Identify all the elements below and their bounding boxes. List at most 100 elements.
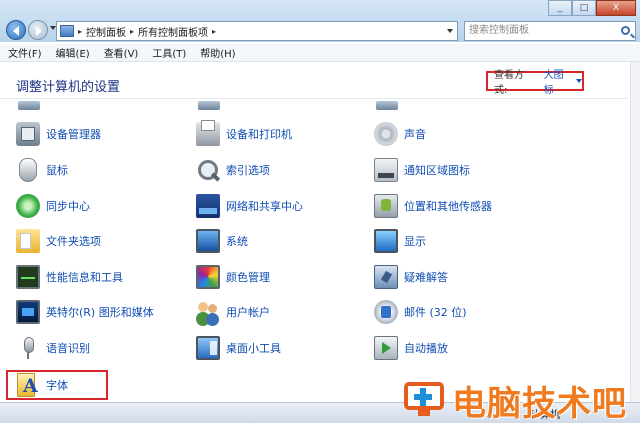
item-label: 网络和共享中心 [226,200,303,213]
mail-icon [374,300,398,324]
item-folder-options[interactable]: 文件夹选项 [16,224,101,258]
microphone-icon [21,336,35,360]
chevron-down-icon[interactable] [576,79,582,83]
network-icon [196,194,220,218]
breadcrumb-separator-icon[interactable]: ▸ [130,27,134,36]
item-sound[interactable]: 声音 [374,117,426,151]
breadcrumb-all-items[interactable]: 所有控制面板项 [138,24,208,39]
item-label: 鼠标 [46,164,68,177]
item-color-management[interactable]: 颜色管理 [196,260,270,294]
menu-view[interactable]: 查看(V) [104,45,139,60]
location-sensor-icon [374,194,398,218]
item-label: 文件夹选项 [46,235,101,248]
intel-graphics-icon [16,300,40,324]
item-fonts[interactable]: 字体 [16,368,68,402]
maximize-button[interactable]: □ [572,0,596,16]
partial-item-icon [198,101,220,110]
item-label: 索引选项 [226,164,270,177]
autoplay-icon [374,336,398,360]
color-management-icon [196,265,220,289]
item-user-accounts[interactable]: 用户帐户 [196,295,270,329]
partial-item-icon [376,101,398,110]
item-intel-graphics[interactable]: 英特尔(R) 图形和媒体 [16,295,154,329]
display-icon [374,229,398,253]
mouse-icon [19,158,37,182]
item-mail[interactable]: 邮件 (32 位) [374,295,467,329]
vertical-scrollbar[interactable] [630,62,640,402]
watermark: 电脑技术吧 [400,372,636,423]
troubleshoot-icon [374,265,398,289]
item-label: 颜色管理 [226,271,270,284]
item-label: 疑难解答 [404,271,448,284]
item-autoplay[interactable]: 自动播放 [374,331,448,365]
magnifier-icon [196,158,220,182]
minimize-button[interactable]: _ [548,0,572,16]
item-desktop-gadgets[interactable]: 桌面小工具 [196,331,281,365]
printer-icon [196,120,220,146]
title-bar: _ □ X ▸ 控制面板 ▸ 所有控制面板项 ▸ 搜索控制面板 [0,0,640,42]
item-label: 邮件 (32 位) [404,306,467,319]
item-network-sharing[interactable]: 网络和共享中心 [196,189,303,223]
notification-tray-icon [374,158,398,182]
item-system[interactable]: 系统 [196,224,248,258]
item-label: 用户帐户 [226,306,270,319]
view-mode-selector[interactable]: 查看方式: 大图标 [486,70,584,96]
item-label: 英特尔(R) 图形和媒体 [46,306,154,319]
header-divider [0,98,628,99]
fonts-icon [16,373,40,397]
search-input[interactable]: 搜索控制面板 [464,21,636,41]
item-troubleshooting[interactable]: 疑难解答 [374,260,448,294]
item-sync-center[interactable]: 同步中心 [16,189,90,223]
item-notification-icons[interactable]: 通知区域图标 [374,153,470,187]
search-placeholder: 搜索控制面板 [469,25,529,36]
item-indexing-options[interactable]: 索引选项 [196,153,270,187]
menu-bar: 文件(F) 编辑(E) 查看(V) 工具(T) 帮助(H) [0,44,640,62]
item-mouse[interactable]: 鼠标 [16,153,68,187]
speaker-icon [374,122,398,146]
item-label: 显示 [404,235,426,248]
sync-icon [16,194,40,218]
menu-tools[interactable]: 工具(T) [152,45,186,60]
watermark-logo-icon [400,376,446,416]
watermark-text: 电脑技术吧 [452,384,627,423]
device-manager-icon [16,122,40,146]
menu-file[interactable]: 文件(F) [8,45,42,60]
item-devices-printers[interactable]: 设备和打印机 [196,117,292,151]
gadgets-icon [196,336,220,360]
item-label: 通知区域图标 [404,164,470,177]
item-display[interactable]: 显示 [374,224,426,258]
item-label: 语音识别 [46,342,90,355]
back-button[interactable] [6,20,26,40]
view-mode-value[interactable]: 大图标 [544,66,571,96]
window-controls: _ □ X [548,0,636,16]
item-label: 字体 [46,379,68,392]
item-label: 自动播放 [404,342,448,355]
item-label: 设备和打印机 [226,128,292,141]
menu-help[interactable]: 帮助(H) [200,45,235,60]
item-device-manager[interactable]: 设备管理器 [16,117,101,151]
item-label: 设备管理器 [46,128,101,141]
item-location-sensors[interactable]: 位置和其他传感器 [374,189,492,223]
system-monitor-icon [196,229,220,253]
breadcrumb-separator-icon[interactable]: ▸ [212,27,216,36]
item-label: 性能信息和工具 [46,271,123,284]
address-bar[interactable]: ▸ 控制面板 ▸ 所有控制面板项 ▸ [56,21,458,41]
item-label: 位置和其他传感器 [404,200,492,213]
breadcrumb-separator-icon[interactable]: ▸ [78,27,82,36]
item-label: 声音 [404,128,426,141]
page-title: 调整计算机的设置 [16,80,121,95]
item-label: 系统 [226,235,248,248]
menu-edit[interactable]: 编辑(E) [56,45,90,60]
folder-icon [16,229,40,253]
users-icon [196,300,220,324]
search-icon[interactable] [621,26,630,35]
close-button[interactable]: X [596,0,636,16]
item-performance[interactable]: 性能信息和工具 [16,260,123,294]
performance-icon [16,265,40,289]
address-dropdown-icon[interactable] [447,29,453,33]
forward-button[interactable] [28,20,48,40]
item-speech-recognition[interactable]: 语音识别 [16,331,90,365]
partial-item-icon [18,101,40,110]
breadcrumb-control-panel[interactable]: 控制面板 [86,24,126,39]
control-panel-icon [60,25,74,37]
